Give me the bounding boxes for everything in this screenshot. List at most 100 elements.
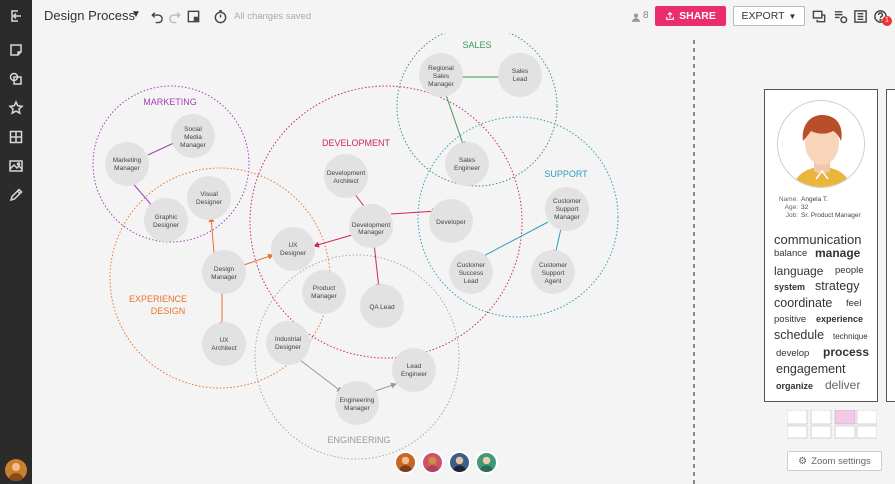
node-label: UX [219, 337, 229, 344]
minimap-thumbnails[interactable] [787, 410, 877, 440]
pencil-icon[interactable] [4, 183, 28, 207]
word-cloud-term: strategy [815, 279, 860, 293]
timer-icon[interactable] [212, 8, 228, 24]
node-product-manager[interactable]: Product Manager [302, 270, 346, 314]
share-label: SHARE [679, 10, 716, 22]
chevron-down-icon[interactable]: ▼ [131, 9, 141, 20]
persona-age-row: Age: 32 [773, 204, 809, 211]
collaborator-count: 8 [643, 10, 649, 21]
node-development-manager[interactable]: Development Manager [349, 204, 393, 248]
node-design-manager[interactable]: Design Manager [202, 250, 246, 294]
node-label: Development [327, 170, 365, 177]
node-label: Engineer [401, 371, 428, 378]
undo-icon[interactable] [149, 8, 165, 24]
persona-card-partial[interactable] [886, 89, 895, 402]
user-avatar[interactable] [5, 459, 27, 481]
node-customer-support-manager[interactable]: Customer Support Manager [545, 187, 589, 231]
collaborator-avatar[interactable] [394, 451, 417, 474]
frame-icon[interactable] [185, 8, 201, 24]
activity-icon[interactable] [832, 8, 848, 24]
connector[interactable] [313, 234, 353, 248]
node-label: Manager [311, 293, 337, 300]
node-sales-lead[interactable]: Sales Lead [498, 53, 542, 97]
collaborators-icon[interactable] [631, 9, 641, 25]
node-label: QA Lead [369, 304, 395, 311]
app: Design Process ▼ All changes saved 8 SHA… [0, 0, 895, 484]
node-ux-designer[interactable]: UX Designer [271, 227, 315, 271]
connector[interactable] [444, 91, 466, 148]
connector[interactable] [208, 216, 215, 254]
node-customer-support-agent[interactable]: Customer Support Agent [531, 250, 575, 294]
node-label: Designer [275, 344, 302, 351]
collaborator-avatar[interactable] [421, 451, 444, 474]
job-label: Job: [785, 212, 798, 219]
node-label: Lead [407, 363, 422, 370]
word-cloud-term: people [835, 265, 864, 276]
node-label: Sales [459, 157, 476, 164]
node-label: Manager [358, 229, 384, 236]
node-label: Manager [554, 214, 580, 221]
node-developer[interactable]: Developer [429, 199, 473, 243]
redo-icon[interactable] [166, 8, 182, 24]
image-icon[interactable] [4, 154, 28, 178]
shapes-icon[interactable] [4, 67, 28, 91]
word-cloud-term: system [774, 282, 806, 292]
sticky-note-icon[interactable] [4, 38, 28, 62]
collaborator-avatar[interactable] [475, 451, 498, 474]
star-icon[interactable] [4, 96, 28, 120]
document-title[interactable]: Design Process [44, 8, 135, 23]
persona-job: Sr. Product Manager [801, 212, 861, 219]
node-ux-architect[interactable]: UX Architect [202, 322, 246, 366]
exit-icon[interactable] [4, 4, 28, 28]
node-label: Manager [428, 81, 454, 88]
node-marketing-manager[interactable]: Marketing Manager [105, 142, 149, 186]
word-cloud-term: develop [776, 348, 810, 359]
node-lead-engineer[interactable]: Lead Engineer [392, 348, 436, 392]
zoom-settings-label: Zoom settings [811, 455, 871, 467]
connector[interactable] [295, 356, 343, 393]
zoom-settings-button[interactable]: ⚙ Zoom settings [787, 451, 882, 471]
node-label: Manager [114, 165, 140, 172]
node-label: Designer [153, 222, 180, 229]
connector[interactable] [240, 253, 274, 267]
node-graphic-designer[interactable]: Graphic Designer [144, 198, 188, 242]
node-label: Designer [280, 250, 307, 257]
export-button[interactable]: EXPORT ▼ [733, 6, 805, 26]
persona-job-row: Job: Sr. Product Manager [773, 212, 861, 219]
word-cloud-term: technique [833, 332, 868, 341]
node-engineering-manager[interactable]: Engineering Manager [335, 381, 379, 425]
node-qa-lead[interactable]: QA Lead [360, 284, 404, 328]
node-label: Agent [545, 278, 562, 285]
table-icon[interactable] [4, 125, 28, 149]
word-cloud-term: language [774, 264, 824, 278]
connector[interactable] [373, 242, 382, 290]
share-icon [666, 11, 674, 20]
word-cloud-term: coordinate [774, 296, 833, 310]
node-visual-designer[interactable]: Visual Designer [187, 176, 231, 220]
collaborator-avatar[interactable] [448, 451, 471, 474]
node-development-architect[interactable]: Development Architect [324, 154, 368, 198]
node-sales-engineer[interactable]: Sales Engineer [445, 142, 489, 186]
node-label: Engineer [454, 165, 481, 172]
support-label: SUPPORT [544, 169, 588, 179]
connector[interactable] [477, 221, 549, 260]
node-industrial-designer[interactable]: Industrial Designer [266, 321, 310, 365]
connector[interactable] [390, 208, 438, 215]
notification-badge: 1 [882, 16, 892, 26]
node-label: Sales [512, 68, 529, 75]
name-label: Name: [778, 196, 798, 203]
node-social-media-manager[interactable]: Social Media Manager [171, 114, 215, 158]
node-regional-sales-manager[interactable]: Regional Sales Manager [419, 53, 463, 97]
persona-photo [777, 100, 865, 188]
age-label: Age: [784, 204, 798, 211]
share-button[interactable]: SHARE [655, 6, 726, 26]
design-label: DESIGN [151, 306, 186, 316]
word-cloud-term: deliver [825, 378, 861, 392]
comments-icon[interactable] [811, 8, 827, 24]
persona-card[interactable]: Name: Angela T. Age: 32 Job: Sr. Product Ma… [764, 89, 878, 402]
node-label: Marketing [113, 157, 142, 164]
node-label: Sales [433, 73, 450, 80]
node-customer-success-lead[interactable]: Customer Success Lead [449, 250, 493, 294]
connector[interactable] [371, 382, 397, 393]
list-icon[interactable] [852, 8, 868, 24]
